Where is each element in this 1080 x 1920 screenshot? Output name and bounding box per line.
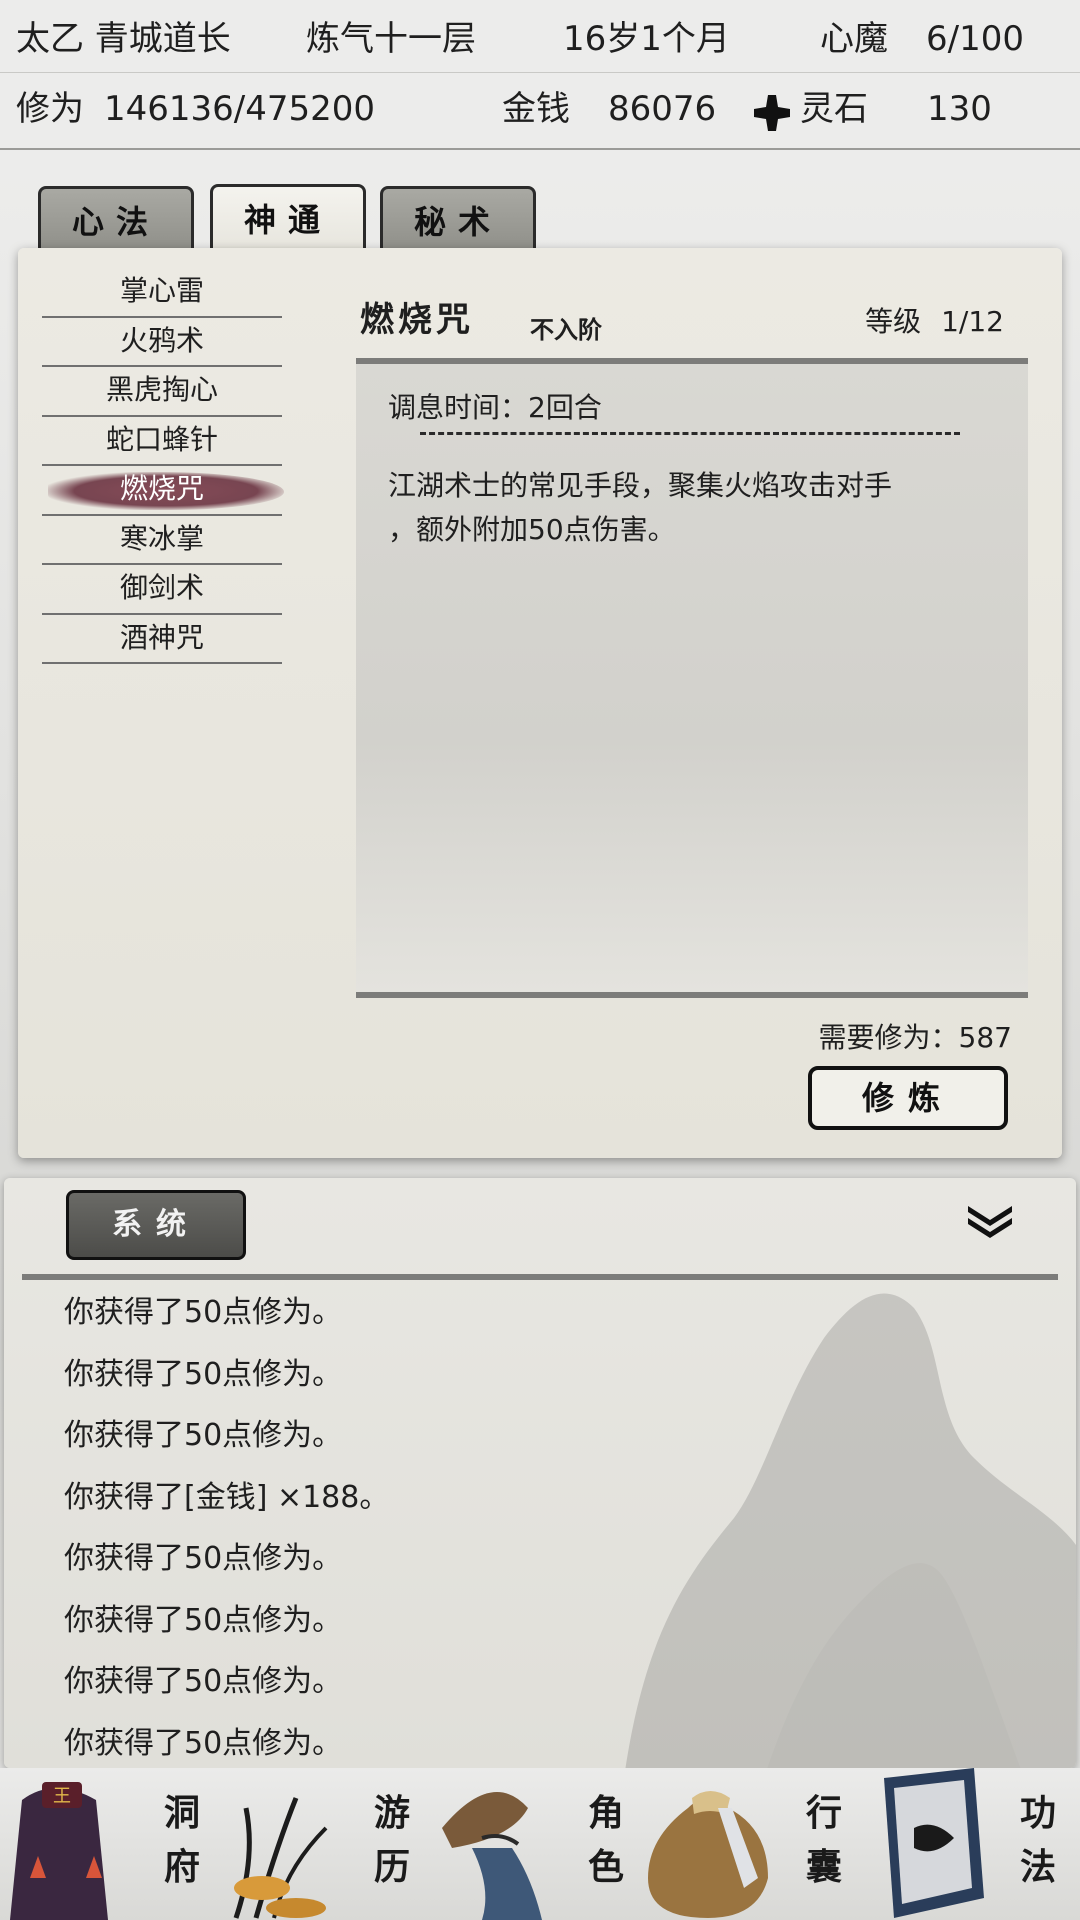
svg-text:王: 王 [53,1786,71,1807]
bottom-nav: 王 洞府 游历 角色 行囊 功 法 [0,1768,1080,1920]
description-line: ，额外附加50点伤害。 [388,513,676,546]
tab-mental-method[interactable]: 心法 [38,186,194,256]
skill-item-label: 寒冰掌 [119,521,204,555]
realm-level: 炼气十一层 [306,19,476,59]
nav-label: 功法 [1019,1792,1056,1888]
character-age: 16岁1个月 [563,19,730,59]
dashed-divider [420,432,960,435]
log-line: 你获得了50点修为。 [64,1356,343,1392]
tab-secret-art[interactable]: 秘术 [380,186,536,256]
spirit-stone-value: 130 [927,89,992,129]
skill-level: 等级 1/12 [865,300,1004,340]
nav-label: 角色 [587,1792,624,1888]
required-cultivation: 需要修为：587 [818,1021,1012,1054]
nav-bag[interactable]: 行囊 [648,1768,864,1920]
cooldown-text: 调息时间：2回合 [388,391,602,424]
skill-item[interactable]: 火鸦术 [42,318,282,367]
status-row-1: 太乙 青城道长 炼气十一层 16岁1个月 心魔 6/100 [0,4,1080,74]
skill-item-label: 掌心雷 [119,274,204,307]
log-divider [22,1274,1058,1280]
log-line: 你获得了50点修为。 [64,1541,343,1576]
heart-demon-value: 6/100 [926,19,1024,59]
skill-panel: 掌心雷 火鸦术 黑虎掏心 蛇口蜂针 燃烧咒 寒冰掌 御剑术 酒神咒 燃烧咒 不入… [18,248,1062,1158]
skill-grade: 不入阶 [530,315,602,344]
money-value: 86076 [608,89,717,129]
skill-item[interactable]: 黑虎掏心 [42,367,282,417]
nav-label: 行囊 [805,1792,842,1888]
skill-item-selected[interactable]: 燃烧咒 [42,466,284,516]
nav-label: 洞府 [163,1792,200,1888]
skill-item-label: 火鸦术 [119,323,204,357]
skill-item[interactable]: 寒冰掌 [42,516,282,565]
tab-system[interactable]: 系统 [66,1190,246,1260]
skill-item-label: 酒神咒 [119,620,204,654]
log-line: 你获得了50点修为。 [64,1602,343,1638]
character-name: 太乙 青城道长 [16,19,231,59]
nav-technique[interactable]: 功法 [864,1768,1080,1920]
skill-item[interactable]: 酒神咒 [42,615,282,664]
ink-mountain-backdrop [625,1293,1076,1768]
cultivation-value: 146136/475200 [104,89,376,129]
skill-item-label: 御剑术 [119,571,204,604]
skill-item[interactable]: 御剑术 [42,565,282,615]
status-row-2: 修为 146136/475200 金钱 86076 灵石 130 [0,74,1080,144]
log-line: 你获得了50点修为。 [64,1725,343,1761]
nav-cave-dwelling[interactable]: 王 洞府 [0,1768,216,1920]
train-button[interactable]: 修炼 [808,1066,1008,1130]
log-line: 你获得了50点修为。 [64,1418,343,1453]
log-line: 你获得了50点修为。 [64,1664,343,1699]
spirit-stone-icon [754,95,790,131]
level-label: 等级 [865,305,922,338]
skill-list: 掌心雷 火鸦术 黑虎掏心 蛇口蜂针 燃烧咒 寒冰掌 御剑术 酒神咒 [42,268,284,664]
nav-travel[interactable]: 游历 [216,1768,432,1920]
description-line: 江湖术士的常见手段，聚集火焰攻击对手 [388,469,893,502]
money-label: 金钱 [502,89,570,129]
log-line: 你获得了50点修为。 [64,1295,343,1330]
cultivation-label: 修为 [16,89,84,129]
skill-title: 燃烧咒 [360,300,474,340]
log-lines: 你获得了50点修为。 你获得了50点修为。 你获得了50点修为。 你获得了[金钱… [64,1282,389,1768]
level-value: 1/12 [941,305,1004,338]
status-divider [0,72,1080,73]
skill-description-box: 调息时间：2回合 江湖术士的常见手段，聚集火焰攻击对手 ，额外附加50点伤害。 [356,358,1028,998]
log-line: 你获得了[金钱] ×188。 [64,1479,390,1515]
nav-character[interactable]: 角色 [432,1768,648,1920]
status-bar: 太乙 青城道长 炼气十一层 16岁1个月 心魔 6/100 修为 146136/… [0,0,1080,150]
heart-demon-label: 心魔 [820,19,888,59]
skill-item-label: 蛇口蜂针 [105,422,218,456]
skill-description: 江湖术士的常见手段，聚集火焰攻击对手 ，额外附加50点伤害。 [388,464,988,552]
message-log-panel: 系统 你获得了50点修为。 你获得了50点修为。 你获得了50点修为。 你获得了… [4,1178,1076,1768]
chevron-double-down-icon[interactable] [962,1200,1018,1240]
skill-item[interactable]: 掌心雷 [42,268,282,318]
spirit-stone-label: 灵石 [800,89,868,129]
skill-item-label: 燃烧咒 [119,472,204,505]
skill-item-label: 黑虎掏心 [105,373,218,406]
nav-label: 游历 [373,1792,410,1888]
skill-item[interactable]: 蛇口蜂针 [42,417,282,466]
